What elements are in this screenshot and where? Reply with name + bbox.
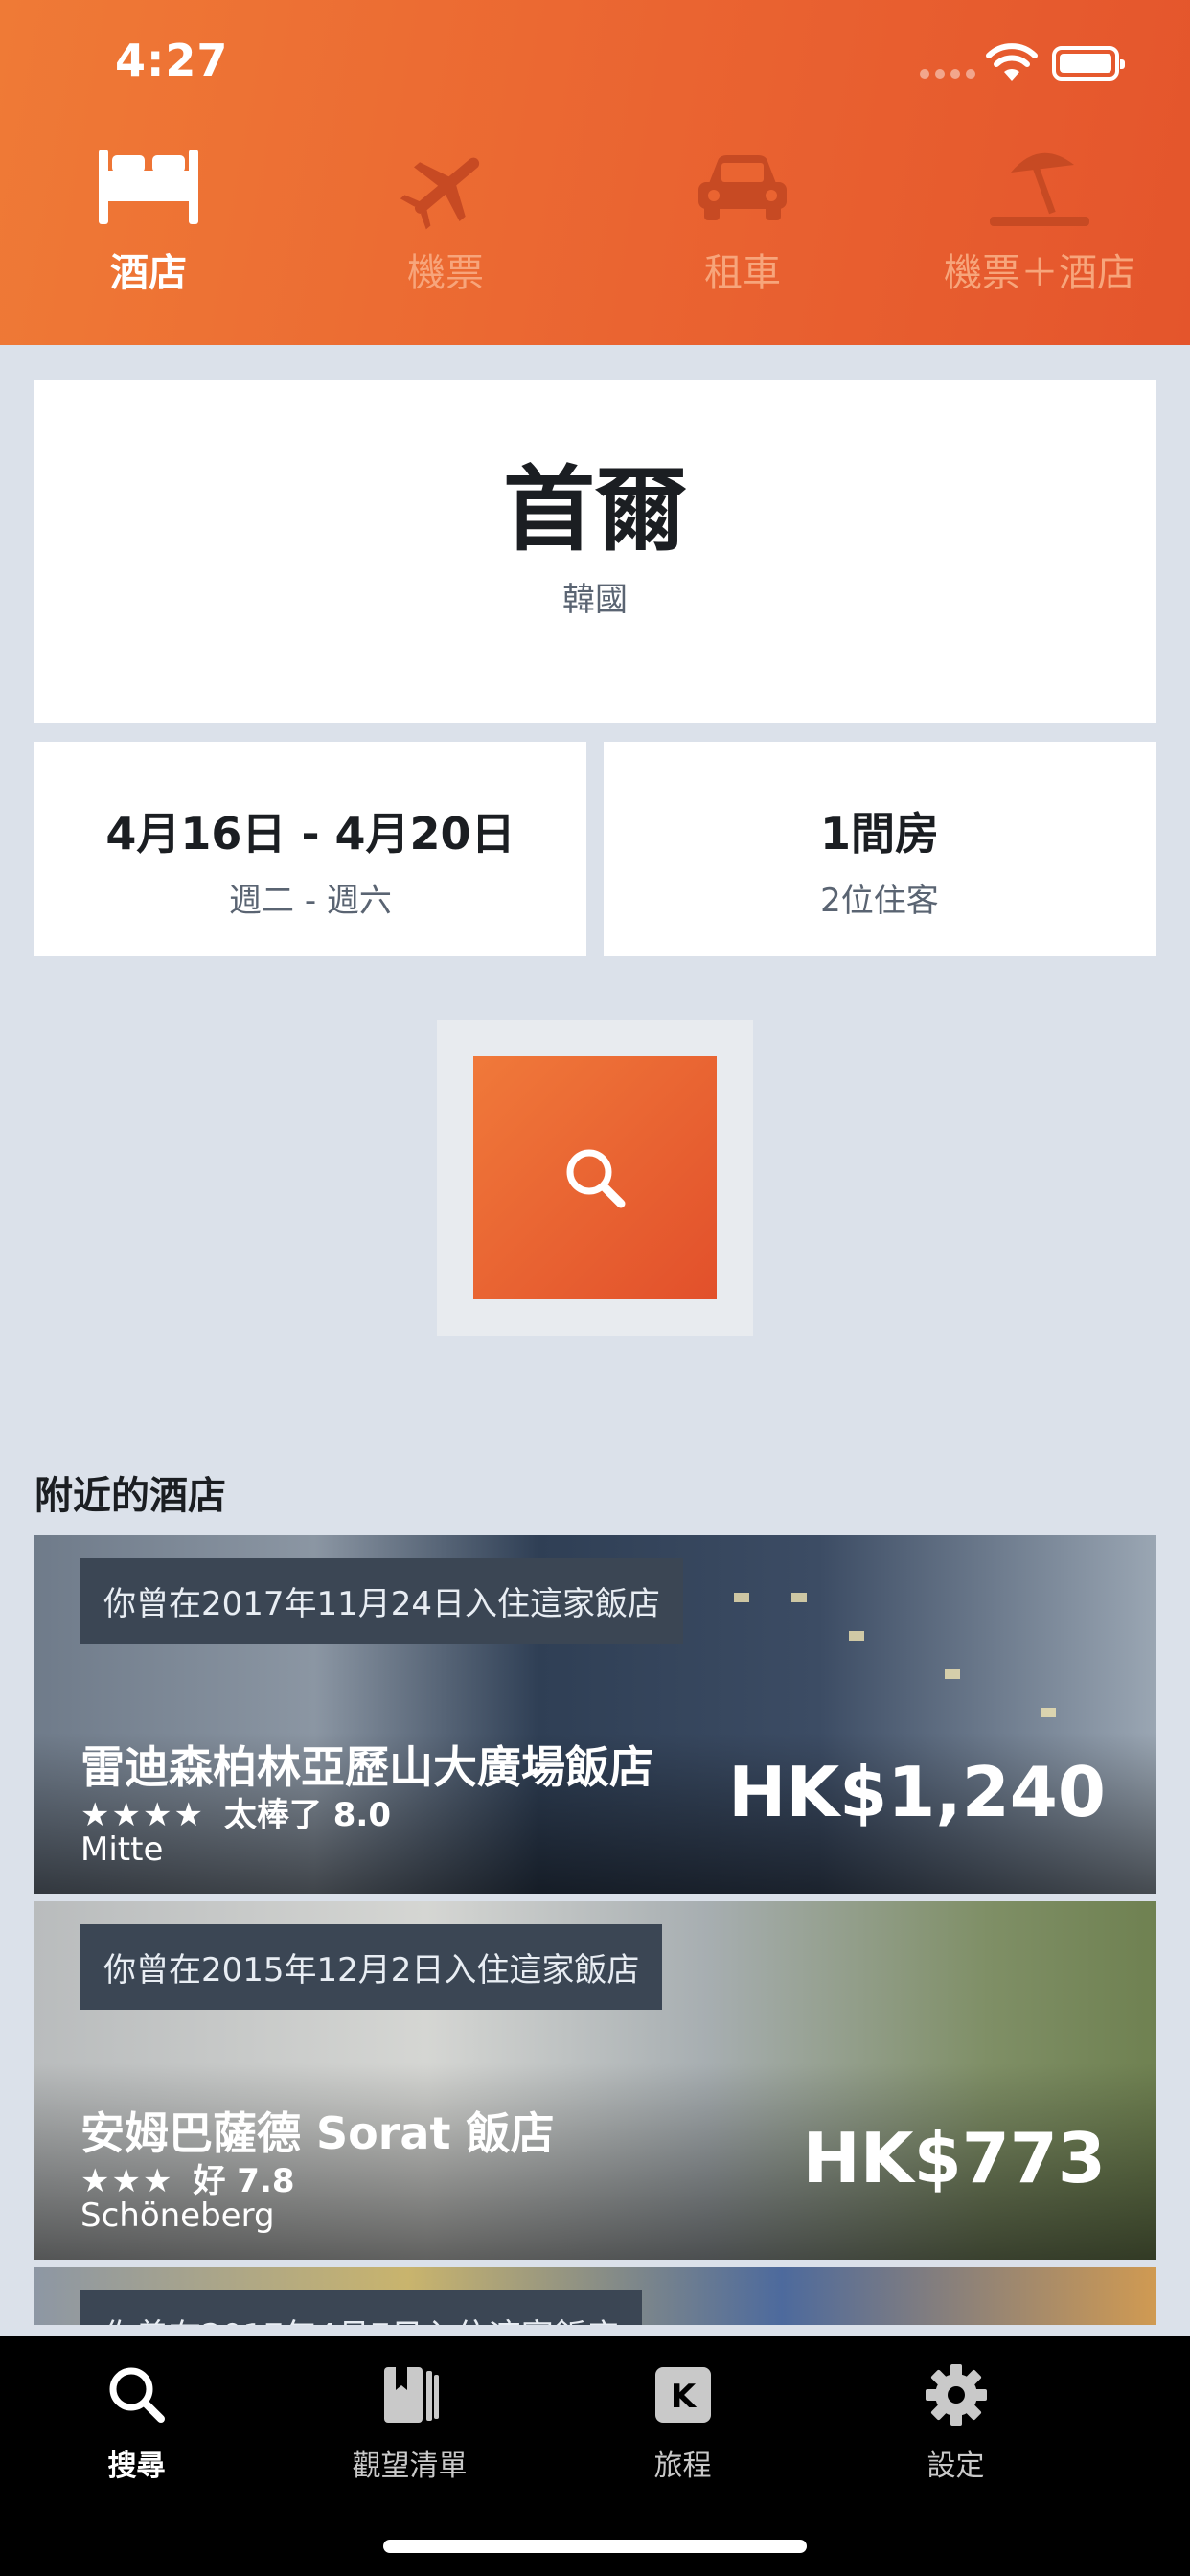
nav-search-label: 搜尋 — [107, 2450, 166, 2483]
tab-flight-hotel-label: 機票＋酒店 — [944, 251, 1135, 295]
rooms-guests-field[interactable]: 1間房 2位住客 — [604, 742, 1156, 956]
building-decoration — [1041, 1708, 1056, 1717]
k-trips-icon: K — [654, 2367, 711, 2423]
destination-country: 韓國 — [562, 581, 628, 619]
status-bar: 4:27 — [0, 0, 1190, 134]
hotel-rating: ★★★★ 太棒了 8.0 — [80, 1788, 391, 1835]
cellular-signal-icon — [920, 69, 975, 79]
hotel-name: 雷迪森柏林亞歷山大廣場飯店 — [80, 1741, 653, 1793]
star-rating: ★★★★ — [80, 1796, 205, 1834]
tab-car-rental-label: 租車 — [704, 251, 781, 295]
hotel-card[interactable]: 你曾在2015年12月2日入住這家飯店 安姆巴薩德 Sorat 飯店 ★★★ 好 … — [34, 1901, 1156, 2260]
hotel-rating: ★★★ 好 7.8 — [80, 2154, 295, 2201]
car-icon — [698, 155, 787, 220]
building-decoration — [791, 1593, 807, 1602]
guests-count: 2位住客 — [820, 882, 939, 920]
search-button[interactable] — [473, 1056, 717, 1300]
review-score: 太棒了 8.0 — [223, 1796, 391, 1834]
tab-flights-label: 機票 — [407, 251, 484, 295]
search-icon — [566, 1149, 626, 1208]
hotel-card[interactable]: 你曾在2017年4月7日入住這家飯店 — [34, 2267, 1156, 2325]
destination-field[interactable]: 首爾 韓國 — [34, 380, 1156, 723]
nav-watchlist-label: 觀望清單 — [352, 2450, 468, 2483]
tab-car-rental[interactable]: 租車 — [594, 144, 891, 326]
building-decoration — [849, 1631, 864, 1641]
rooms-count: 1間房 — [819, 808, 939, 860]
tab-hotels-label: 酒店 — [110, 251, 187, 295]
bookmarks-icon — [383, 2367, 439, 2423]
airplane-icon — [400, 157, 480, 230]
header: 4:27 酒店 機票 租車 機票＋酒店 — [0, 0, 1190, 345]
search-icon — [109, 2367, 165, 2423]
nav-settings[interactable]: 設定 — [819, 2336, 1092, 2484]
nearby-hotels-title: 附近的酒店 — [34, 1474, 226, 1518]
hotel-price: HK$1,240 — [728, 1752, 1106, 1832]
tab-hotels[interactable]: 酒店 — [0, 144, 297, 326]
building-decoration — [734, 1593, 749, 1602]
tab-flight-hotel[interactable]: 機票＋酒店 — [891, 144, 1188, 326]
search-button-frame — [437, 1020, 753, 1336]
bed-icon — [99, 150, 198, 224]
hotel-area: Mitte — [80, 1830, 164, 1869]
stay-history-badge: 你曾在2017年4月7日入住這家飯店 — [80, 2290, 642, 2325]
hotel-price: HK$773 — [802, 2118, 1106, 2198]
product-tabs: 酒店 機票 租車 機票＋酒店 — [0, 144, 1190, 326]
svg-text:K: K — [670, 2378, 697, 2416]
building-decoration — [945, 1669, 960, 1679]
stay-history-badge: 你曾在2017年11月24日入住這家飯店 — [80, 1558, 684, 1644]
star-rating: ★★★ — [80, 2162, 174, 2200]
date-range: 4月16日 - 4月20日 — [105, 808, 515, 860]
gear-icon — [925, 2364, 987, 2426]
nav-trips[interactable]: K 旅程 — [546, 2336, 819, 2484]
nav-trips-label: 旅程 — [653, 2450, 712, 2483]
wifi-icon — [986, 43, 1038, 80]
home-indicator[interactable] — [383, 2540, 807, 2553]
tab-flights[interactable]: 機票 — [297, 144, 594, 326]
nav-settings-label: 設定 — [927, 2450, 985, 2483]
hotel-name: 安姆巴薩德 Sorat 飯店 — [80, 2107, 555, 2159]
hotel-area: Schöneberg — [80, 2196, 275, 2235]
destination-city: 首爾 — [503, 456, 687, 564]
review-score: 好 7.8 — [193, 2162, 295, 2200]
battery-icon — [1052, 46, 1125, 80]
date-picker-field[interactable]: 4月16日 - 4月20日 週二 - 週六 — [34, 742, 586, 956]
nav-watchlist[interactable]: 觀望清單 — [273, 2336, 546, 2484]
beach-umbrella-icon — [990, 152, 1089, 226]
status-time: 4:27 — [115, 34, 229, 86]
nav-search[interactable]: 搜尋 — [0, 2336, 273, 2484]
stay-history-badge: 你曾在2015年12月2日入住這家飯店 — [80, 1924, 663, 2010]
date-days: 週二 - 週六 — [229, 882, 392, 920]
hotel-card[interactable]: 你曾在2017年11月24日入住這家飯店 雷迪森柏林亞歷山大廣場飯店 ★★★★ 太… — [34, 1535, 1156, 1894]
